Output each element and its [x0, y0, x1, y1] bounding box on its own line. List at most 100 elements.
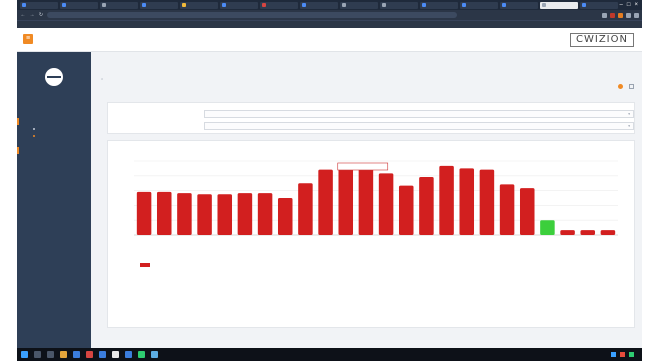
bar [378, 173, 394, 235]
app-icon[interactable] [151, 351, 158, 358]
app-icon[interactable] [99, 351, 106, 358]
sidebar-item[interactable] [17, 161, 91, 168]
filter-row: ▾ [108, 120, 636, 131]
browser-tab[interactable] [219, 1, 258, 9]
browser-tab[interactable] [419, 1, 458, 9]
app-icon[interactable] [138, 351, 145, 358]
company-logo [45, 68, 63, 86]
tray-icon[interactable] [629, 352, 634, 357]
browser-tab[interactable] [339, 1, 378, 9]
filter-select[interactable]: ▾ [204, 121, 634, 130]
bar [560, 230, 575, 235]
search-icon[interactable] [34, 351, 41, 358]
bar [519, 188, 535, 235]
screen: – □ × ← → ↻ ≡ CWIZION ⌂ ▾ ▾ [17, 0, 642, 361]
tab-favicon-icon [421, 3, 426, 7]
maximize-icon[interactable]: □ [627, 2, 631, 8]
bar [197, 194, 212, 235]
bar [459, 168, 475, 235]
app-icon[interactable] [125, 351, 132, 358]
bar [217, 194, 233, 235]
bar [419, 177, 434, 235]
bar [600, 230, 616, 235]
bar [136, 191, 152, 235]
sidebar-item[interactable] [17, 147, 91, 154]
browser-tab[interactable] [139, 1, 178, 9]
app-icon[interactable] [73, 351, 80, 358]
extension-icons [602, 12, 639, 18]
tab-favicon-icon [181, 3, 186, 7]
browser-tab[interactable] [459, 1, 498, 9]
tooltip-box [337, 162, 389, 171]
reload-icon[interactable]: ↻ [38, 12, 44, 18]
browser-tab[interactable] [499, 1, 538, 9]
app-icon[interactable] [112, 351, 119, 358]
browser-tab[interactable] [299, 1, 338, 9]
back-icon[interactable]: ← [20, 12, 26, 18]
bar-chart [134, 160, 618, 267]
bar [580, 230, 596, 235]
browser-tab[interactable] [579, 1, 618, 9]
browser-tab[interactable] [259, 1, 298, 9]
home-icon[interactable]: ⌂ [101, 77, 103, 81]
bar [479, 169, 495, 235]
sidebar-item[interactable] [17, 175, 91, 182]
extension-icon[interactable] [618, 12, 623, 18]
window-controls[interactable]: – □ × [620, 2, 642, 8]
menu-spacer [17, 139, 91, 147]
tab-favicon-icon [541, 3, 546, 7]
sidebar-item[interactable] [17, 203, 91, 210]
sidebar-item[interactable] [17, 154, 91, 161]
sidebar-item[interactable] [17, 125, 91, 132]
filter-select[interactable]: ▾ [204, 109, 634, 118]
sidebar-item[interactable] [17, 168, 91, 175]
filter-panel: ▾ ▾ [107, 102, 635, 134]
browser-tab[interactable] [99, 1, 138, 9]
tab-favicon-icon [61, 3, 66, 7]
chart-panel [107, 140, 635, 328]
tab-favicon-icon [501, 3, 506, 7]
filter-icon[interactable] [618, 84, 623, 89]
expand-icon[interactable] [629, 84, 634, 89]
bar [257, 193, 273, 235]
breadcrumb: ⌂ [101, 77, 106, 81]
bullet-icon [33, 127, 35, 130]
sidebar-item[interactable] [17, 118, 91, 125]
browser-tab[interactable] [20, 1, 58, 9]
sidebar-item[interactable] [17, 189, 91, 196]
address-bar: ← → ↻ [17, 10, 642, 20]
forward-icon[interactable]: → [29, 12, 35, 18]
tab-favicon-icon [221, 3, 226, 7]
bar [439, 165, 454, 235]
system-tray [611, 352, 642, 357]
menu-icon[interactable] [634, 12, 639, 18]
extension-icon[interactable] [610, 12, 615, 18]
tray-icon[interactable] [620, 352, 625, 357]
taskview-icon[interactable] [47, 351, 54, 358]
start-icon[interactable] [21, 351, 28, 358]
close-icon[interactable]: × [635, 2, 639, 8]
bullet-icon [33, 134, 35, 137]
browser-tab[interactable] [179, 1, 218, 9]
url-field[interactable] [47, 12, 457, 18]
extension-icon[interactable] [602, 12, 607, 18]
browser-tab[interactable] [539, 1, 578, 9]
profile-icon[interactable] [626, 12, 631, 18]
sidebar-item[interactable] [17, 196, 91, 203]
chevron-down-icon: ▾ [628, 123, 630, 128]
app-icon[interactable] [86, 351, 93, 358]
tab-favicon-icon [301, 3, 306, 7]
minimize-icon[interactable]: – [620, 2, 623, 8]
tray-icon[interactable] [611, 352, 616, 357]
tab-favicon-icon [581, 3, 586, 7]
app-header: ≡ CWIZION [17, 28, 642, 52]
sidebar-item[interactable] [17, 132, 91, 139]
browser-tab[interactable] [59, 1, 98, 9]
menu-toggle-icon[interactable]: ≡ [23, 34, 33, 44]
bar [540, 220, 555, 235]
bar [237, 193, 253, 235]
explorer-icon[interactable] [60, 351, 67, 358]
filter-row: ▾ [108, 108, 636, 119]
sidebar-item[interactable] [17, 182, 91, 189]
browser-tab[interactable] [379, 1, 418, 9]
